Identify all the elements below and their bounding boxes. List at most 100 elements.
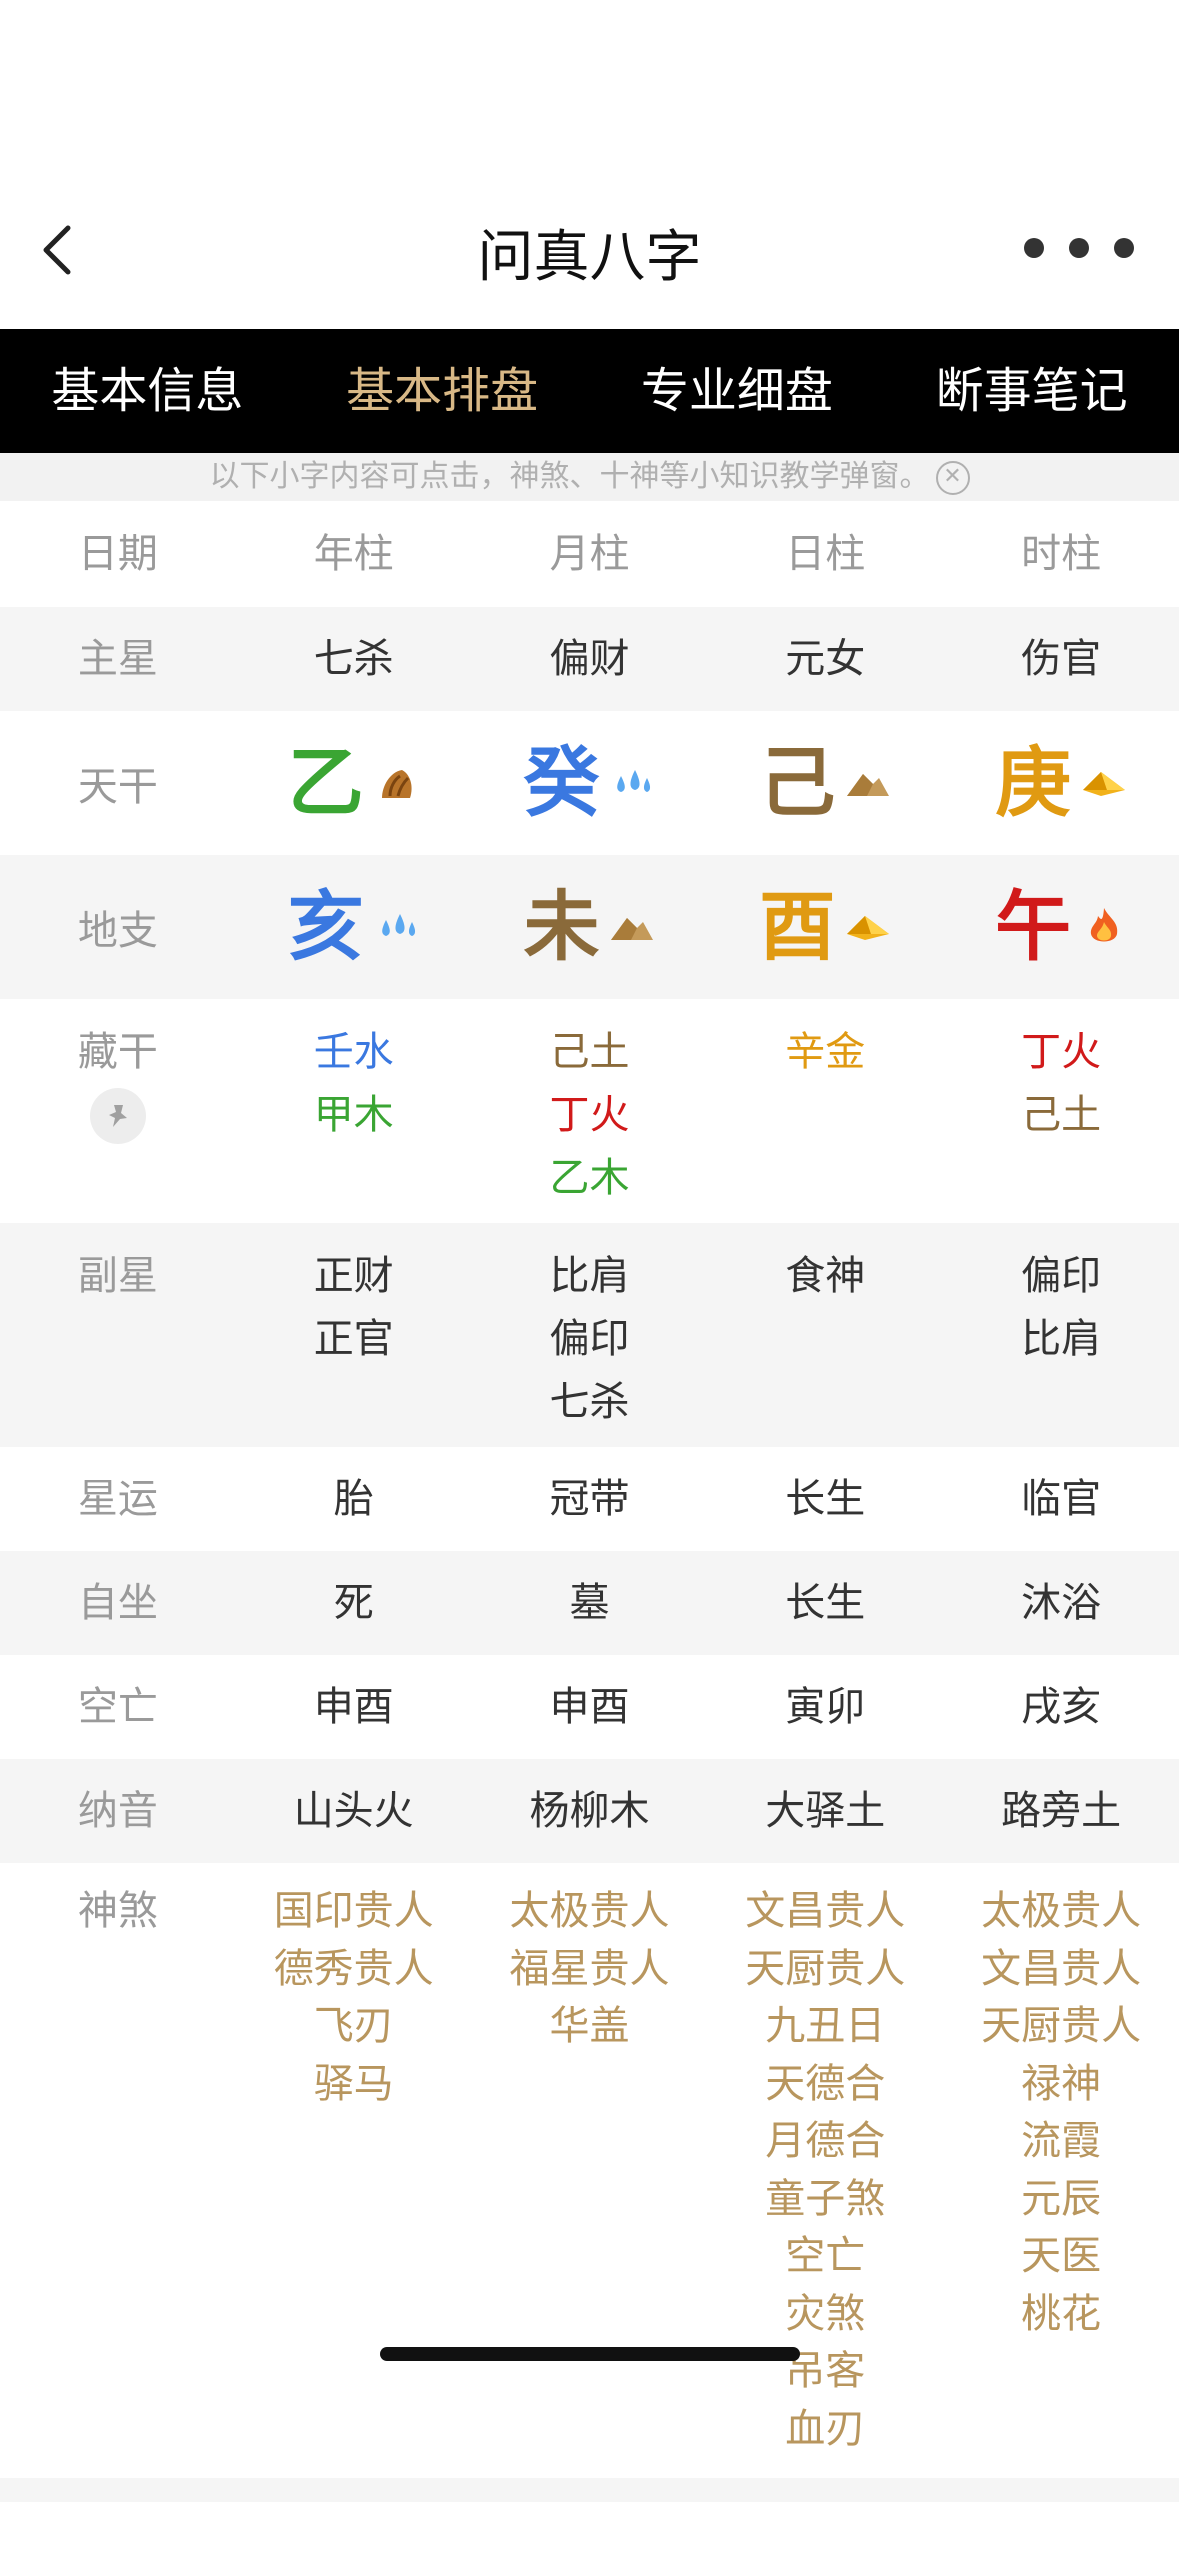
canggan-item[interactable]: 己土 (472, 1021, 708, 1084)
shensha-item[interactable]: 文昌贵人 (943, 1941, 1179, 1999)
earth-icon (611, 918, 654, 940)
main-star-day[interactable]: 元女 (707, 607, 943, 711)
shensha-item[interactable]: 天德合 (707, 2056, 943, 2114)
close-icon[interactable]: ✕ (935, 460, 970, 495)
water-icon (617, 770, 651, 792)
shensha-item[interactable]: 太极贵人 (943, 1883, 1179, 1941)
tiangan-row: 天干 乙 癸 己 庚 (0, 711, 1179, 855)
nayin-hour[interactable]: 路旁土 (943, 1759, 1179, 1863)
header-date: 日期 (77, 531, 158, 577)
shensha-item[interactable]: 九丑日 (707, 1998, 943, 2056)
xingyun-month[interactable]: 冠带 (472, 1447, 708, 1551)
tab-basic-info[interactable]: 基本信息 (0, 329, 295, 453)
tiangan-char: 己 (759, 738, 836, 827)
xingyun-year[interactable]: 胎 (236, 1447, 472, 1551)
canggan-item[interactable]: 丁火 (943, 1021, 1179, 1084)
tab-basic-chart[interactable]: 基本排盘 (295, 329, 590, 453)
canggan-item[interactable]: 甲木 (236, 1084, 472, 1147)
zizuo-year[interactable]: 死 (236, 1551, 472, 1655)
nayin-row: 纳音 山头火 杨柳木 大驿土 路旁土 (0, 1759, 1179, 1863)
canggan-month: 己土 丁火 乙木 (472, 999, 708, 1223)
dizhi-month[interactable]: 未 (472, 855, 708, 999)
tab-notes[interactable]: 断事笔记 (884, 329, 1179, 453)
tiangan-year[interactable]: 乙 (236, 711, 472, 855)
bottom-divider (0, 2478, 1179, 2502)
zizuo-hour[interactable]: 沐浴 (943, 1551, 1179, 1655)
more-options-icon[interactable] (1024, 238, 1134, 262)
dizhi-row: 地支 亥 未 酉 午 (0, 855, 1179, 999)
nayin-year[interactable]: 山头火 (236, 1759, 472, 1863)
dizhi-char: 未 (523, 882, 600, 971)
shensha-item[interactable]: 流霞 (943, 2113, 1179, 2171)
zizuo-row: 自坐 死墓长生 沐浴 (0, 1551, 1179, 1655)
main-star-month[interactable]: 偏财 (472, 607, 708, 711)
shensha-item[interactable]: 华盖 (472, 1998, 708, 2056)
fuxing-item[interactable]: 偏印 (472, 1308, 708, 1371)
header-month: 月柱 (549, 531, 630, 577)
tab-professional-chart[interactable]: 专业细盘 (590, 329, 885, 453)
dizhi-day[interactable]: 酉 (707, 855, 943, 999)
kongwang-month[interactable]: 申酉 (472, 1655, 708, 1759)
tiangan-month[interactable]: 癸 (472, 711, 708, 855)
fuxing-item[interactable]: 偏印 (943, 1245, 1179, 1308)
fuxing-item[interactable]: 七杀 (472, 1371, 708, 1434)
wood-icon (381, 770, 412, 798)
canggan-item[interactable]: 辛金 (707, 1021, 943, 1084)
kongwang-hour[interactable]: 戌亥 (943, 1655, 1179, 1759)
row-label: 纳音 (77, 1788, 158, 1834)
fuxing-item[interactable]: 比肩 (943, 1308, 1179, 1371)
kongwang-year[interactable]: 申酉 (236, 1655, 472, 1759)
dizhi-char: 酉 (759, 882, 836, 971)
fuxing-item[interactable]: 正财 (236, 1245, 472, 1308)
fuxing-item[interactable]: 食神 (707, 1245, 943, 1308)
canggan-item[interactable]: 己土 (943, 1084, 1179, 1147)
canggan-item[interactable]: 乙木 (472, 1147, 708, 1210)
main-star-hour[interactable]: 伤官 (943, 607, 1179, 711)
kongwang-day[interactable]: 寅卯 (707, 1655, 943, 1759)
shensha-item[interactable]: 元辰 (943, 2171, 1179, 2229)
shensha-item[interactable]: 太极贵人 (472, 1883, 708, 1941)
row-label: 藏干 (77, 1029, 158, 1075)
zizuo-month[interactable]: 墓 (472, 1551, 708, 1655)
fuxing-item[interactable]: 正官 (236, 1308, 472, 1371)
canggan-item[interactable]: 丁火 (472, 1084, 708, 1147)
shensha-item[interactable]: 禄神 (943, 2056, 1179, 2114)
dizhi-hour[interactable]: 午 (943, 855, 1179, 999)
dizhi-char: 亥 (287, 882, 364, 971)
dizhi-year[interactable]: 亥 (236, 855, 472, 999)
shensha-item[interactable]: 月德合 (707, 2113, 943, 2171)
fuxing-year: 正财 正官 (236, 1223, 472, 1447)
main-star-year[interactable]: 七杀 (236, 607, 472, 711)
canggan-item[interactable]: 壬水 (236, 1021, 472, 1084)
shensha-item[interactable]: 福星贵人 (472, 1941, 708, 1999)
shensha-item[interactable]: 文昌贵人 (707, 1883, 943, 1941)
xingyun-hour[interactable]: 临官 (943, 1447, 1179, 1551)
shensha-item[interactable]: 天医 (943, 2228, 1179, 2286)
tiangan-day[interactable]: 己 (707, 711, 943, 855)
shensha-item[interactable]: 灾煞 (707, 2286, 943, 2344)
tiangan-hour[interactable]: 庚 (943, 711, 1179, 855)
row-label: 地支 (77, 908, 158, 954)
canggan-hour: 丁火 己土 (943, 999, 1179, 1223)
shensha-item[interactable]: 桃花 (943, 2286, 1179, 2344)
row-label: 主星 (77, 636, 158, 682)
shensha-item[interactable]: 空亡 (707, 2228, 943, 2286)
shensha-item[interactable]: 童子煞 (707, 2171, 943, 2229)
shensha-item[interactable]: 驿马 (236, 2056, 472, 2114)
shensha-item[interactable]: 天厨贵人 (943, 1998, 1179, 2056)
shensha-item[interactable]: 血刃 (707, 2401, 943, 2459)
shensha-item[interactable]: 国印贵人 (236, 1883, 472, 1941)
shensha-item[interactable]: 飞刃 (236, 1998, 472, 2056)
shensha-item[interactable]: 德秀贵人 (236, 1941, 472, 1999)
fuxing-item[interactable]: 比肩 (472, 1245, 708, 1308)
pin-icon[interactable] (89, 1088, 146, 1144)
nayin-month[interactable]: 杨柳木 (472, 1759, 708, 1863)
shensha-item[interactable]: 天厨贵人 (707, 1941, 943, 1999)
home-indicator[interactable] (380, 2347, 800, 2361)
canggan-day: 辛金 (707, 999, 943, 1223)
canggan-row: 藏干 壬水 甲木 己土 丁火 乙木 辛金 丁火 己土 (0, 999, 1179, 1223)
nayin-day[interactable]: 大驿土 (707, 1759, 943, 1863)
zizuo-day[interactable]: 长生 (707, 1551, 943, 1655)
fuxing-month: 比肩 偏印 七杀 (472, 1223, 708, 1447)
xingyun-day[interactable]: 长生 (707, 1447, 943, 1551)
